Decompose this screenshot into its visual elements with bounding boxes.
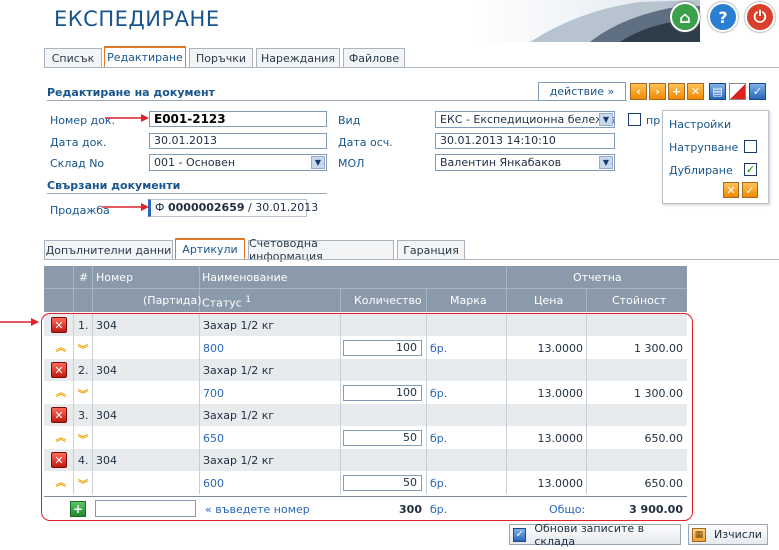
row-pointer-arrow bbox=[0, 318, 39, 326]
highlight-frame bbox=[41, 313, 693, 521]
calculator-icon: ▦ bbox=[692, 527, 706, 542]
calculate-label: Изчисли bbox=[714, 528, 762, 541]
footer-rule bbox=[44, 496, 687, 497]
total-unit: бр. bbox=[430, 503, 448, 516]
plus-icon: + bbox=[72, 502, 84, 516]
update-stock-button[interactable]: ✓ Обнови записите в склада bbox=[509, 521, 681, 548]
add-row-button[interactable]: + bbox=[70, 501, 86, 517]
new-number-input[interactable] bbox=[95, 500, 196, 517]
total-qty: 300 bbox=[399, 503, 422, 516]
total-value: 3 900.00 bbox=[629, 503, 683, 516]
total-label: Общо: bbox=[549, 503, 586, 516]
calculate-button[interactable]: ▦ Изчисли bbox=[688, 524, 768, 545]
check-icon: ✓ bbox=[513, 527, 527, 542]
enter-number-hint[interactable]: « въведете номер bbox=[205, 503, 310, 516]
update-stock-label: Обнови записите в склада bbox=[534, 521, 645, 548]
